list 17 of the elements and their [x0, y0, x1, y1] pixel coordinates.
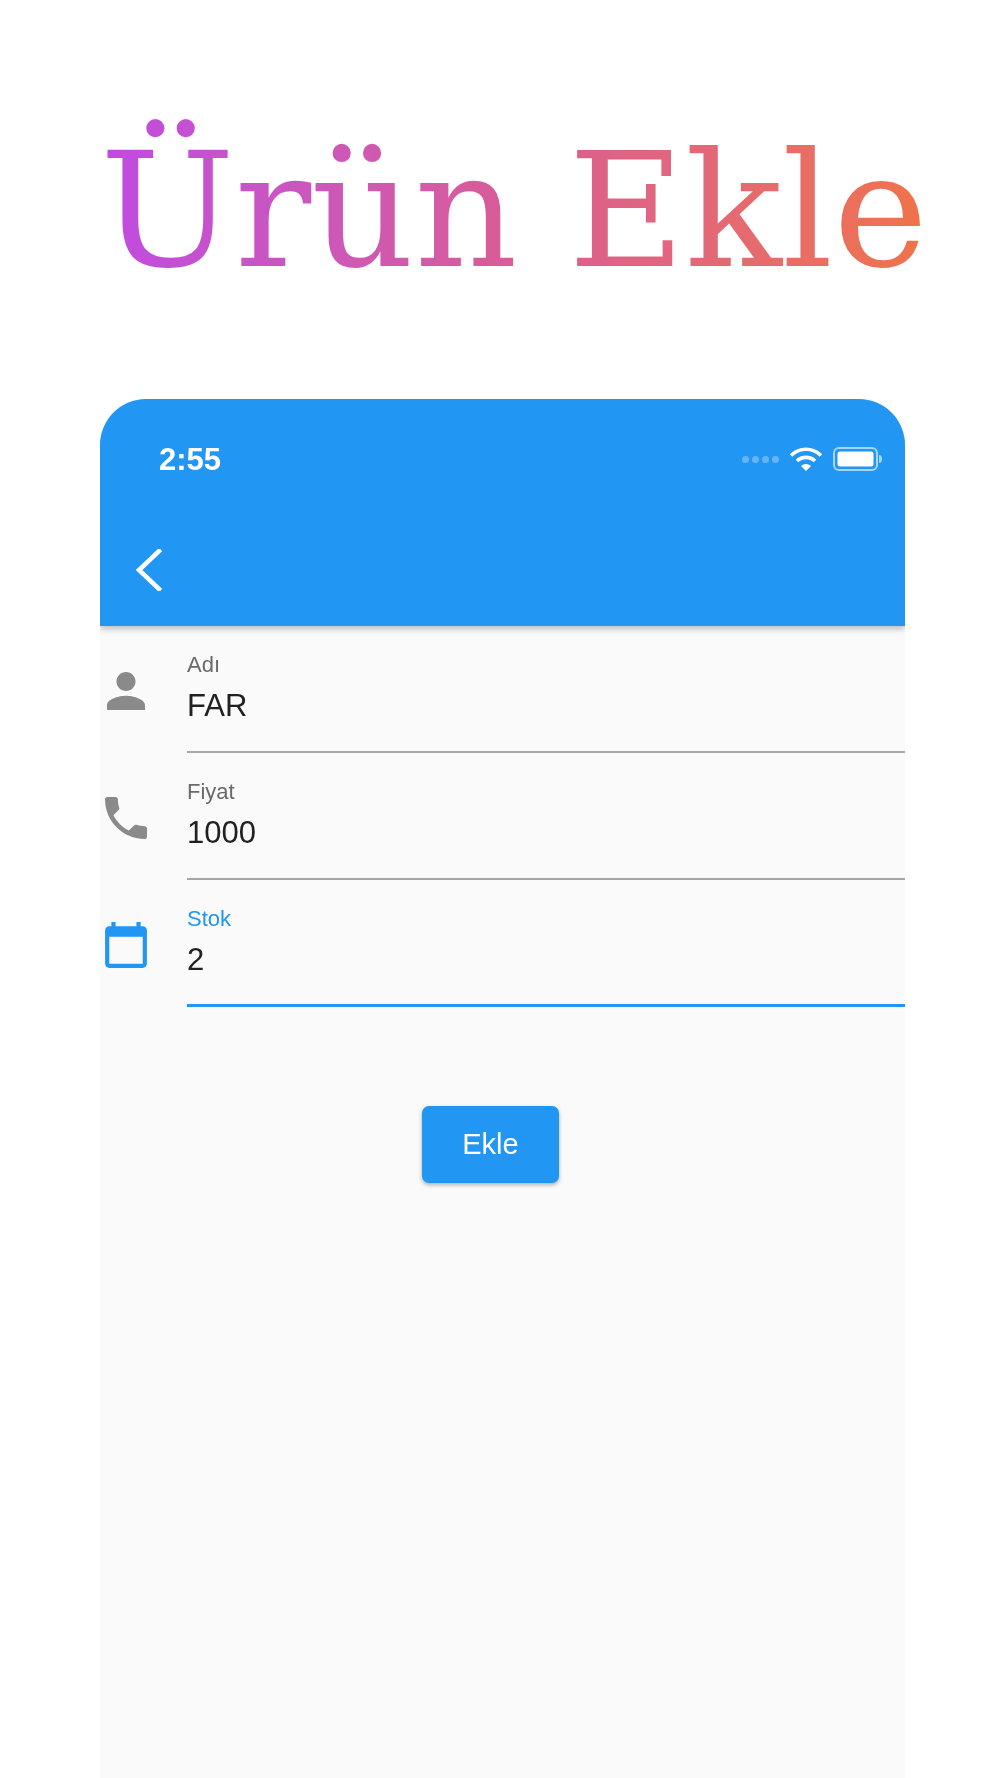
field-value: 2 [187, 942, 205, 978]
status-time: 2:55 [159, 443, 222, 475]
phone-icon [105, 796, 147, 839]
person-icon [107, 671, 145, 710]
chevron-left-icon [134, 548, 162, 591]
text-field[interactable]: Adı FAR [187, 626, 905, 753]
field-value: FAR [187, 688, 248, 724]
field-label: Stok [187, 906, 232, 932]
signal-strength-icon [742, 455, 779, 463]
field-label: Fiyat [187, 779, 235, 805]
field-value: 1000 [187, 815, 256, 851]
battery-icon [833, 447, 882, 471]
field-label: Adı [187, 652, 221, 678]
wifi-icon [790, 447, 822, 471]
text-field[interactable]: Stok 2 [187, 880, 905, 1007]
text-field[interactable]: Fiyat 1000 [187, 753, 905, 880]
calendar-icon [105, 921, 147, 968]
